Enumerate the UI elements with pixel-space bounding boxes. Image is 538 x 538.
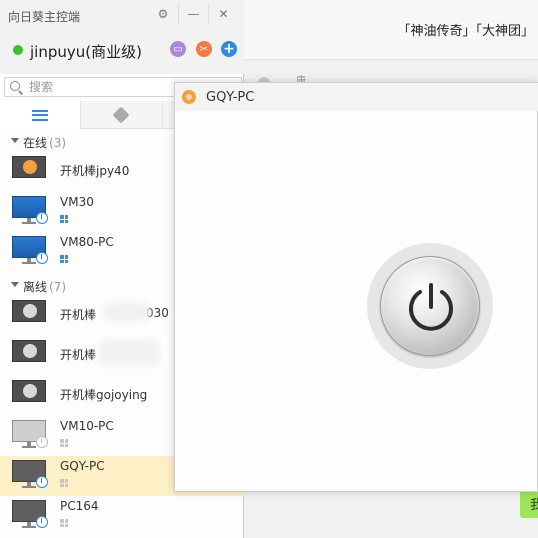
power-on-window: GQY-PC [174, 82, 538, 492]
tag-icon [112, 106, 130, 124]
chevron-down-icon [11, 282, 19, 287]
sunlogin-device-icon [12, 300, 46, 322]
online-status-icon [13, 45, 23, 55]
device-name: 开机棒 [60, 308, 97, 322]
power-badge-icon [36, 212, 48, 224]
device-name: 开机棒gojoying [60, 388, 148, 402]
group-online-count: (3) [49, 136, 67, 150]
device-name: 开机棒 [60, 348, 97, 362]
power-badge-icon [36, 516, 48, 528]
power-button-ring [367, 243, 493, 369]
device-item[interactable]: PC164 [0, 496, 244, 536]
windows-icon [60, 479, 68, 487]
tab-tags[interactable] [81, 101, 163, 129]
chat-group-names: 「神油传奇」「大神团」 [397, 24, 534, 39]
redacted-patch [98, 340, 160, 366]
power-badge-icon [36, 252, 48, 264]
device-name: VM10-PC [60, 419, 114, 433]
sunlogin-device-icon [12, 340, 46, 362]
device-name: GQY-PC [60, 459, 105, 473]
close-button[interactable]: ✕ [208, 4, 238, 24]
windows-icon [60, 215, 68, 223]
device-name: PC164 [60, 499, 99, 513]
popup-device-name: GQY-PC [206, 90, 255, 105]
group-offline-count: (7) [49, 280, 67, 294]
chat-message-text: 我 [530, 498, 538, 513]
windows-icon [60, 519, 68, 527]
list-icon [32, 109, 49, 121]
remote-icon[interactable]: ✂ [196, 41, 212, 57]
group-online-label: 在线 [23, 136, 48, 150]
popup-title-bar[interactable]: GQY-PC [175, 83, 538, 111]
sunlogin-device-icon [12, 380, 46, 402]
settings-button[interactable]: ⚙ [148, 4, 178, 24]
add-icon[interactable]: + [221, 41, 237, 57]
sunlogin-logo-icon [182, 90, 196, 104]
power-button[interactable] [380, 256, 480, 356]
user-header: jinpuyu(商业级) ▭ ✂ + [0, 28, 244, 74]
redacted-patch [104, 302, 150, 322]
group-offline-label: 离线 [23, 280, 48, 294]
monitor-icon[interactable]: ▭ [170, 41, 186, 57]
search-icon [10, 81, 20, 91]
chat-message-bubble: 我 [520, 488, 538, 518]
tab-device-list[interactable] [0, 101, 82, 129]
account-name[interactable]: jinpuyu(商业级) [30, 41, 142, 62]
power-badge-icon [36, 476, 48, 488]
device-name: 开机棒jpy40 [60, 164, 130, 178]
device-name: VM80-PC [60, 235, 114, 249]
sunlogin-device-icon [12, 156, 46, 178]
power-badge-icon [36, 436, 48, 448]
minimize-button[interactable]: — [178, 4, 208, 24]
device-name: VM30 [60, 195, 94, 209]
chevron-down-icon [11, 138, 19, 143]
window-controls: ⚙ — ✕ [148, 4, 238, 24]
title-bar: 向日葵主控端 ⚙ — ✕ [0, 0, 244, 28]
windows-icon [60, 439, 68, 447]
app-title: 向日葵主控端 [8, 10, 81, 24]
windows-icon [60, 255, 68, 263]
chat-top-bar: 「神油传奇」「大神团」 [244, 0, 538, 60]
power-icon [409, 283, 453, 331]
